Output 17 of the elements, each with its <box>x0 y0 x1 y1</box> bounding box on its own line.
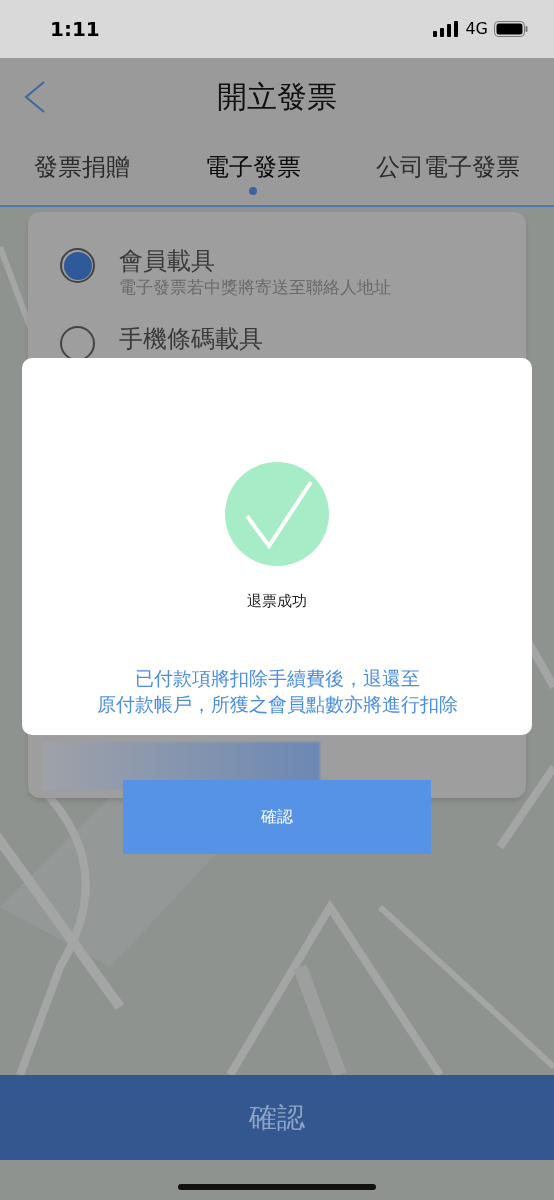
page-title: 開立發票 <box>217 78 337 116</box>
option-label: 手機條碼載具 <box>119 324 263 354</box>
network-label: 4G <box>465 18 488 40</box>
battery-icon <box>494 21 528 37</box>
tab[interactable]: 發票捐贈 <box>34 151 130 195</box>
back-icon[interactable] <box>24 81 46 113</box>
confirm-button[interactable]: 確認 <box>0 1075 554 1160</box>
signal-icon <box>433 21 460 37</box>
tab[interactable]: 電子發票 <box>205 151 301 195</box>
refund-message: 已付款項將扣除手續費後，退還至 原付款帳戶，所獲之會員點數亦將進行扣除 <box>96 665 458 717</box>
radio-button[interactable] <box>60 248 95 283</box>
status-text: 退票成功 <box>247 591 307 612</box>
checkmark-icon <box>225 462 329 566</box>
dialog-confirm-button[interactable]: 確認 <box>123 780 431 854</box>
option-label: 會員載具 <box>119 246 216 276</box>
tab[interactable]: 公司電子發票 <box>376 151 520 195</box>
status-time: 1:11 <box>50 16 100 43</box>
